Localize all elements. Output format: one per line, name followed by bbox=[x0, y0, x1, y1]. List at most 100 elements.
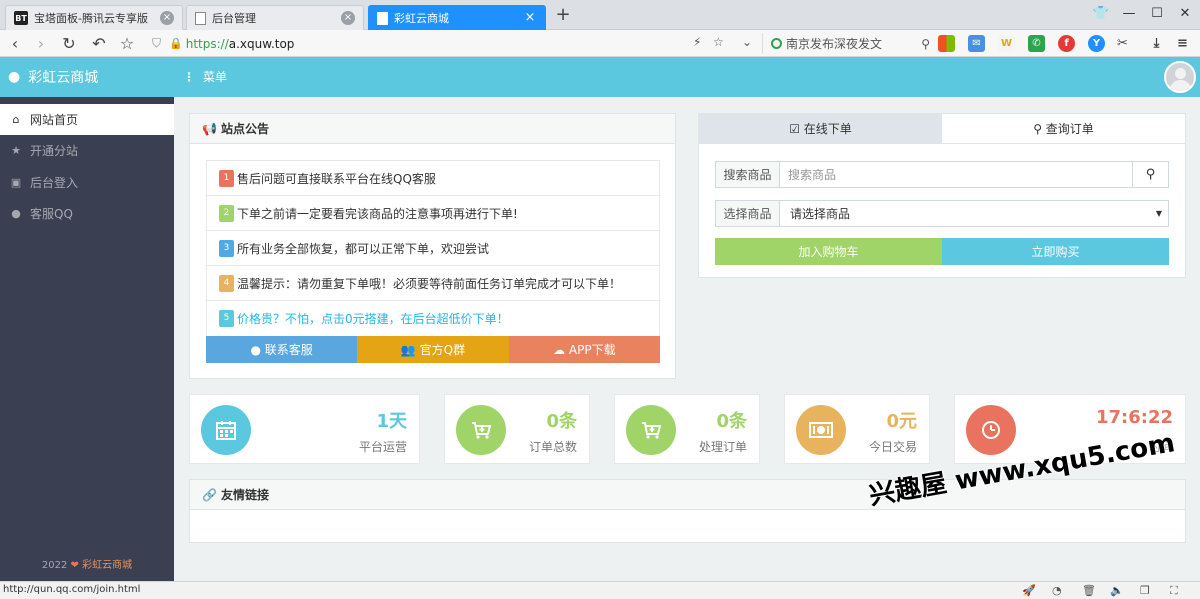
sidebar-item-label: 客服QQ bbox=[30, 207, 73, 221]
sidebar-item-substation[interactable]: ★ 开通分站 bbox=[0, 135, 174, 166]
notice-number-badge: 2 bbox=[219, 204, 234, 222]
list-item[interactable]: 5 价格贵？不怕，点击0元搭建，在后台超低价下单！ bbox=[207, 301, 659, 336]
menu-toggle[interactable]: ⋮ 菜单 bbox=[183, 68, 227, 85]
back-icon[interactable]: ‹ bbox=[4, 33, 26, 55]
stat-label: 平台运营 bbox=[358, 440, 407, 454]
sidebar-item-qq-service[interactable]: ● 客服QQ bbox=[0, 198, 174, 229]
sidebar-item-label: 后台登入 bbox=[30, 176, 79, 190]
favorite-star-icon[interactable]: ☆ bbox=[713, 35, 724, 49]
reload-icon[interactable]: ↻ bbox=[58, 33, 80, 55]
lightning-icon[interactable]: ⚡ bbox=[693, 35, 701, 49]
notice-number-badge: 5 bbox=[219, 310, 234, 327]
select-value: 请选择商品 bbox=[790, 207, 851, 221]
tab-label: 后台管理 bbox=[212, 12, 256, 25]
contact-service-label: 联系客服 bbox=[264, 343, 313, 357]
star-icon: ★ bbox=[11, 144, 21, 157]
forward-icon[interactable]: › bbox=[30, 33, 52, 55]
sidebar-item-home[interactable]: ⌂ 网站首页 bbox=[0, 104, 174, 135]
download-icon[interactable]: ⤓ bbox=[1148, 35, 1165, 52]
star-bookmark-icon[interactable]: ☆ bbox=[116, 33, 138, 55]
red-extension-icon[interactable]: f bbox=[1058, 35, 1075, 52]
footer-year: 2022 bbox=[41, 560, 68, 571]
users-icon: 👥 bbox=[400, 342, 420, 357]
trash-icon[interactable]: 🗑 bbox=[1082, 584, 1096, 597]
scissors-icon[interactable]: ✂ bbox=[1114, 35, 1131, 52]
tab-query-order[interactable]: ⚲ 查询订单 bbox=[942, 114, 1185, 143]
chevron-down-icon[interactable]: ⌄ bbox=[742, 35, 752, 49]
stat-label: 今日交易 bbox=[868, 440, 917, 454]
buy-now-button[interactable]: 立即购买 bbox=[942, 238, 1169, 265]
w-extension-icon[interactable]: W bbox=[998, 35, 1015, 52]
close-tab-icon[interactable]: × bbox=[160, 11, 174, 25]
sidebar-item-admin-login[interactable]: ▣ 后台登入 bbox=[0, 167, 174, 198]
document-icon bbox=[377, 11, 388, 25]
contact-service-button[interactable]: ● 联系客服 bbox=[206, 336, 358, 363]
url-host: a.xquw.top bbox=[228, 36, 295, 51]
tab-label: 宝塔面板-腾讯云专享版 bbox=[34, 12, 148, 25]
speaker-icon[interactable]: 🔈 bbox=[1110, 584, 1124, 597]
home-icon: ⌂ bbox=[12, 113, 20, 126]
avatar[interactable] bbox=[1164, 61, 1196, 93]
stat-label: 订单总数 bbox=[528, 440, 577, 454]
list-item: 3 所有业务全部恢复，都可以正常下单，欢迎尝试 bbox=[207, 231, 659, 266]
official-group-button[interactable]: 👥 官方Q群 bbox=[357, 336, 509, 363]
site-header: ● 彩虹云商城 ⋮ 菜单 bbox=[0, 57, 1200, 97]
browser-search-input[interactable]: 南京发布深夜发文 ⚲ bbox=[762, 33, 930, 54]
footer-brand[interactable]: 彩虹云商城 bbox=[82, 560, 132, 571]
maximize-icon[interactable]: ☐ bbox=[1146, 4, 1168, 24]
search-product-label: 搜索商品 bbox=[716, 162, 780, 187]
sidebar-item-label: 开通分站 bbox=[30, 144, 79, 158]
close-tab-icon[interactable]: × bbox=[523, 11, 537, 25]
url-field[interactable]: ⛉ 🔒 https:// a.xquw.top bbox=[152, 33, 758, 54]
minimize-icon[interactable]: — bbox=[1118, 4, 1140, 24]
vertical-dots-icon: ⋮ bbox=[183, 69, 195, 84]
search-button[interactable]: ⚲ bbox=[1132, 162, 1168, 187]
close-window-icon[interactable]: ✕ bbox=[1174, 4, 1196, 24]
shirt-skin-icon[interactable]: 👕 bbox=[1090, 4, 1112, 24]
undo-icon[interactable]: ↶ bbox=[88, 33, 110, 55]
add-to-cart-button[interactable]: 加入购物车 bbox=[715, 238, 942, 265]
status-url: http://qun.qq.com/join.html bbox=[3, 584, 141, 595]
shield-icon: ⛉ bbox=[152, 36, 162, 50]
browser-tab-admin[interactable]: 后台管理 × bbox=[186, 5, 364, 30]
cart-icon bbox=[456, 405, 506, 455]
select-product-dropdown[interactable]: 请选择商品 ▼ bbox=[780, 201, 1168, 226]
qq-penguin-icon: ● bbox=[8, 69, 21, 85]
notice-text: 温馨提示：请勿重复下单哦！必须要等待前面任务订单完成才可以下单！ bbox=[237, 276, 622, 291]
list-item: 4 温馨提示：请勿重复下单哦！必须要等待前面任务订单完成才可以下单！ bbox=[207, 266, 659, 301]
stat-value: 0条 bbox=[716, 411, 747, 432]
chat-extension-icon[interactable]: ✆ bbox=[1028, 35, 1045, 52]
sidebar: ⌂ 网站首页 ★ 开通分站 ▣ 后台登入 ● 客服QQ 2022 ❤ 彩虹云商城 bbox=[0, 97, 174, 581]
site-brand[interactable]: ● 彩虹云商城 bbox=[0, 57, 174, 97]
notice-link-text[interactable]: 价格贵？不怕，点击0元搭建，在后台超低价下单！ bbox=[237, 310, 509, 327]
rocket-icon[interactable]: 🚀 bbox=[1022, 584, 1036, 597]
clock-icon bbox=[966, 405, 1016, 455]
stat-card-processing-orders: 0条 处理订单 bbox=[614, 394, 760, 464]
close-tab-icon[interactable]: × bbox=[341, 11, 355, 25]
apps-grid-icon[interactable] bbox=[938, 35, 955, 52]
avatar-head bbox=[1175, 68, 1186, 79]
speedometer-icon[interactable]: ◔ bbox=[1052, 584, 1062, 597]
fullscreen-icon[interactable]: ⛶ bbox=[1170, 584, 1178, 598]
new-tab-button[interactable]: + bbox=[553, 5, 573, 25]
app-download-button[interactable]: ☁ APP下载 bbox=[508, 336, 660, 363]
search-product-input[interactable]: 搜索商品 bbox=[780, 162, 1132, 187]
notice-text: 所有业务全部恢复，都可以正常下单，欢迎尝试 bbox=[237, 241, 490, 256]
url-protocol: https:// bbox=[185, 36, 229, 51]
caret-down-icon: ▼ bbox=[1155, 209, 1162, 218]
notice-title: 站点公告 bbox=[220, 122, 269, 136]
hamburger-menu-icon[interactable]: ≡ bbox=[1174, 35, 1191, 52]
y-extension-icon[interactable]: Y bbox=[1088, 35, 1105, 52]
browser-tab-baota[interactable]: BT 宝塔面板-腾讯云专享版 × bbox=[5, 5, 183, 30]
stat-value: 1天 bbox=[376, 411, 407, 432]
order-panel: ☑ 在线下单 ⚲ 查询订单 搜索商品 搜索商品 ⚲ 选择商品 请选择商品 ▼ 加… bbox=[698, 113, 1186, 278]
search-icon[interactable]: ⚲ bbox=[921, 37, 930, 51]
notice-button-row: ● 联系客服 👥 官方Q群 ☁ APP下载 bbox=[206, 336, 660, 363]
stat-card-today-trade: 0元 今日交易 bbox=[784, 394, 930, 464]
browser-status-bar: http://qun.qq.com/join.html 🚀 ◔ 🗑 🔈 ❐ ⛶ bbox=[0, 581, 1200, 599]
tab-online-order[interactable]: ☑ 在线下单 bbox=[699, 114, 942, 143]
mail-extension-icon[interactable]: ✉ bbox=[968, 35, 985, 52]
window-icon[interactable]: ❐ bbox=[1140, 584, 1150, 597]
address-toolbar: ‹ › ↻ ↶ ☆ ⛉ 🔒 https:// a.xquw.top ⚡ ☆ ⌄ … bbox=[0, 30, 1200, 57]
browser-tab-shop[interactable]: 彩虹云商城 × bbox=[368, 5, 546, 30]
